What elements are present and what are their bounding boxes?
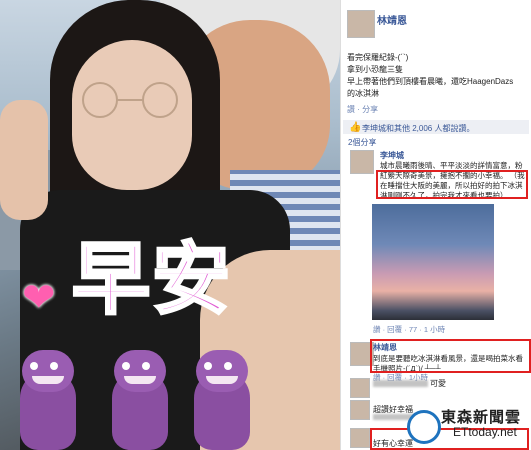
commenter-name[interactable]: 李坤城 [380, 150, 404, 161]
watermark-brand: 東森新聞雲 [441, 409, 522, 426]
commenter-avatar[interactable] [350, 378, 370, 398]
comment-text: 可愛 [430, 379, 446, 388]
selfie-photo: ❤ 早安 [0, 0, 340, 450]
thumbs-up-icon: 👍 [349, 122, 362, 133]
like-share-links[interactable]: 讚 · 分享 [347, 104, 378, 115]
post-line: 的冰淇淋 [347, 89, 379, 98]
shares-count[interactable]: 2個分享 [348, 137, 376, 148]
dinosaur-figure [186, 350, 258, 450]
likes-summary[interactable]: 李坤城和其他 2,006 人都說讚。 [362, 123, 474, 134]
comment-meta[interactable]: 讚 · 回覆 · 77 · 1 小時 [373, 324, 445, 335]
commenter-avatar[interactable] [350, 150, 374, 174]
overlay-text: 早安 [70, 235, 233, 323]
peace-sign-hand [0, 100, 48, 220]
commenter-avatar[interactable] [350, 400, 370, 420]
watermark-url: ETtoday.net [453, 425, 517, 439]
commenter-avatar[interactable] [350, 428, 370, 448]
highlight-box [370, 339, 531, 373]
poster-avatar[interactable] [347, 10, 375, 38]
post-line: 拿到小恐龍三隻 [347, 65, 403, 74]
highlight-box [376, 170, 528, 199]
glasses-icon [82, 82, 178, 118]
blurred-name [373, 380, 428, 387]
poster-name[interactable]: 林靖恩 [377, 12, 407, 27]
dinosaur-figure [104, 350, 176, 450]
ettoday-watermark: 東森新聞雲 ETtoday.net [407, 406, 527, 444]
post-line: 早上帶著他們到頂樓看晨曦，還吃HaagenDazs [347, 77, 514, 86]
post-line: 看完保羅紀錄-(´`) [347, 53, 409, 62]
heart-icon: ❤ [22, 276, 56, 320]
dinosaur-figure [12, 350, 84, 450]
ettoday-logo-icon [407, 410, 441, 444]
post-text: 看完保羅紀錄-(´`) 拿到小恐龍三隻 早上帶著他們到頂樓看晨曦，還吃Haage… [347, 52, 527, 100]
sunset-photo[interactable] [372, 204, 494, 320]
